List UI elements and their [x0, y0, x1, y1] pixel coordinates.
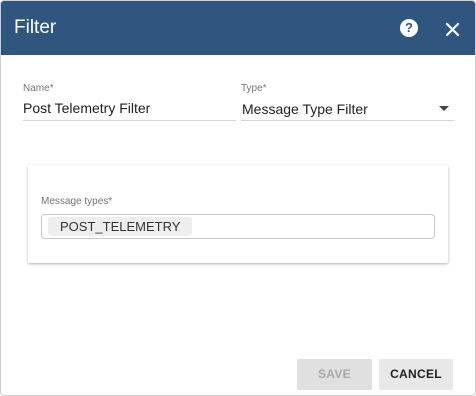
save-button[interactable]: SAVE	[297, 359, 372, 390]
type-required-mark: *	[262, 83, 267, 94]
close-icon	[445, 22, 460, 37]
name-input[interactable]: Post Telemetry Filter	[23, 99, 150, 117]
type-select-value[interactable]: Message Type Filter	[242, 100, 368, 118]
help-button[interactable]: ?	[399, 18, 419, 38]
help-circle-icon: ?	[400, 19, 418, 37]
message-types-card: Message types* POST_TELEMETRY	[28, 165, 448, 263]
cancel-button[interactable]: CANCEL	[379, 359, 453, 390]
message-types-chip-input[interactable]: POST_TELEMETRY	[41, 214, 435, 239]
message-types-label-text: Message types	[41, 196, 109, 207]
close-button[interactable]	[441, 18, 463, 40]
name-required-mark: *	[49, 83, 54, 94]
type-underline	[241, 120, 454, 121]
message-types-required-mark: *	[108, 196, 113, 207]
name-label: Name*	[23, 83, 54, 95]
type-label-text: Type	[241, 83, 263, 94]
message-types-label: Message types*	[41, 196, 112, 208]
dialog-header: Filter ?	[1, 1, 475, 55]
type-label: Type*	[241, 83, 267, 95]
name-underline	[23, 120, 236, 121]
message-type-chip[interactable]: POST_TELEMETRY	[48, 217, 193, 236]
name-label-text: Name	[23, 83, 50, 94]
dialog-title: Filter	[14, 17, 57, 38]
filter-dialog: Filter ? Name* Post Telemetry Filter Typ…	[0, 0, 476, 396]
dropdown-arrow-icon[interactable]	[439, 106, 449, 111]
